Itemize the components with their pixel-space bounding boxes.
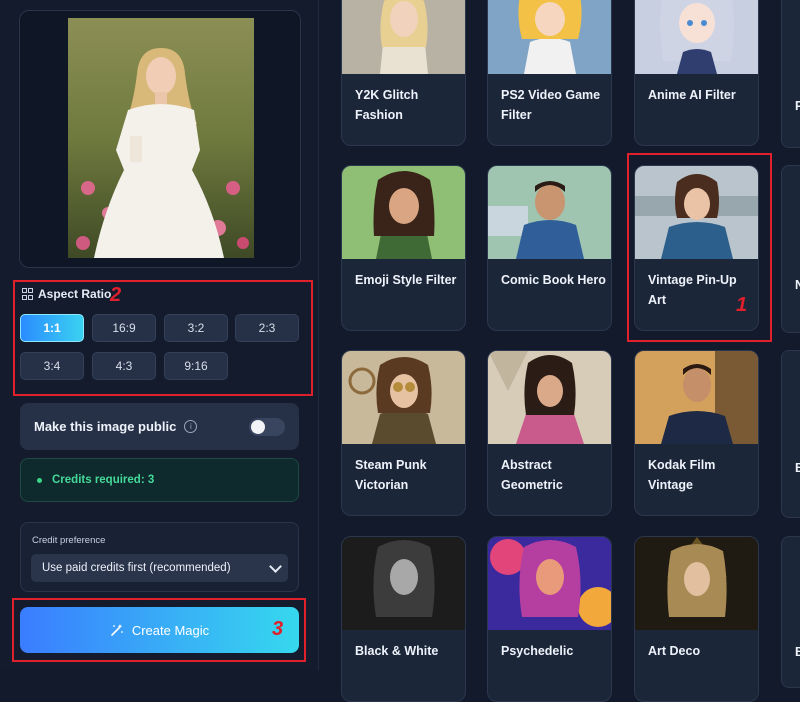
info-icon[interactable]: i <box>184 420 198 433</box>
style-card-title: Psychedelic <box>501 644 574 658</box>
style-card-title: Emoji Style Filter <box>355 273 457 287</box>
make-public-toggle[interactable] <box>249 418 285 436</box>
make-public-row: Make this image public i <box>20 403 299 450</box>
style-card-title: Comic Book Hero <box>501 273 606 287</box>
style-card-title: Y2K Glitch Fashion <box>355 88 419 122</box>
style-card-partial[interactable]: B <box>781 350 800 518</box>
credit-preference-select[interactable]: Use paid credits first (recommended) <box>31 554 288 582</box>
style-card-title: P <box>795 99 800 113</box>
credits-required-text: Credits required: 3 <box>52 474 155 486</box>
style-card-anime-ai-filter[interactable]: Anime AI Filter <box>634 0 759 146</box>
style-thumbnail <box>635 537 758 630</box>
style-card-title: PS2 Video Game Filter <box>501 88 601 122</box>
chevron-down-icon <box>269 560 282 573</box>
style-card-title: Abstract Geometric <box>501 458 563 492</box>
style-card-kodak-film-vintage[interactable]: Kodak Film Vintage <box>634 350 759 516</box>
style-card-black-and-white[interactable]: Black & White <box>341 536 466 702</box>
style-thumbnail <box>635 351 758 444</box>
style-thumbnail <box>342 537 465 630</box>
make-public-label: Make this image public <box>34 419 177 434</box>
style-card-psychedelic[interactable]: Psychedelic <box>487 536 612 702</box>
style-card-y2k-glitch-fashion[interactable]: Y2K Glitch Fashion <box>341 0 466 146</box>
style-card-art-deco[interactable]: Art Deco <box>634 536 759 702</box>
credits-required-box: Credits required: 3 <box>20 458 299 502</box>
annotation-number-3: 3 <box>272 618 284 640</box>
annotation-box-3 <box>12 598 306 662</box>
style-card-title: N <box>795 278 800 292</box>
style-thumbnail <box>488 351 611 444</box>
style-card-comic-book-hero[interactable]: Comic Book Hero <box>487 165 612 331</box>
style-card-title: Kodak Film Vintage <box>648 458 716 492</box>
style-thumbnail <box>635 0 758 74</box>
preview-photo <box>68 18 254 258</box>
style-card-ps2-video-game-filter[interactable]: PS2 Video Game Filter <box>487 0 612 146</box>
style-card-partial[interactable]: B <box>781 536 800 688</box>
style-card-title: Steam Punk Victorian <box>355 458 427 492</box>
style-card-title: Anime AI Filter <box>648 88 736 102</box>
credit-preference-box: Credit preference Use paid credits first… <box>20 522 299 592</box>
style-card-abstract-geometric[interactable]: Abstract Geometric <box>487 350 612 516</box>
style-thumbnail <box>488 166 611 259</box>
style-card-title: B <box>795 461 800 475</box>
style-card-emoji-style-filter[interactable]: Emoji Style Filter <box>341 165 466 331</box>
style-thumbnail <box>342 166 465 259</box>
style-card-partial[interactable]: N <box>781 165 800 333</box>
style-card-partial[interactable]: P <box>781 0 800 148</box>
credit-preference-label: Credit preference <box>32 535 106 546</box>
annotation-box-2 <box>13 280 313 396</box>
style-card-title: B <box>795 645 800 659</box>
style-card-title: Art Deco <box>648 644 701 658</box>
style-card-title: Black & White <box>355 644 439 658</box>
annotation-number-2: 2 <box>110 284 122 306</box>
annotation-number-1: 1 <box>736 294 748 316</box>
uploaded-image-preview <box>19 10 301 268</box>
style-thumbnail <box>488 0 611 74</box>
toggle-knob <box>251 420 265 434</box>
credit-preference-value: Use paid credits first (recommended) <box>42 562 231 574</box>
style-thumbnail <box>342 0 465 74</box>
annotation-box-1 <box>627 153 772 342</box>
style-thumbnail <box>488 537 611 630</box>
status-dot-icon <box>37 477 42 483</box>
style-thumbnail <box>342 351 465 444</box>
style-card-steam-punk-victorian[interactable]: Steam Punk Victorian <box>341 350 466 516</box>
